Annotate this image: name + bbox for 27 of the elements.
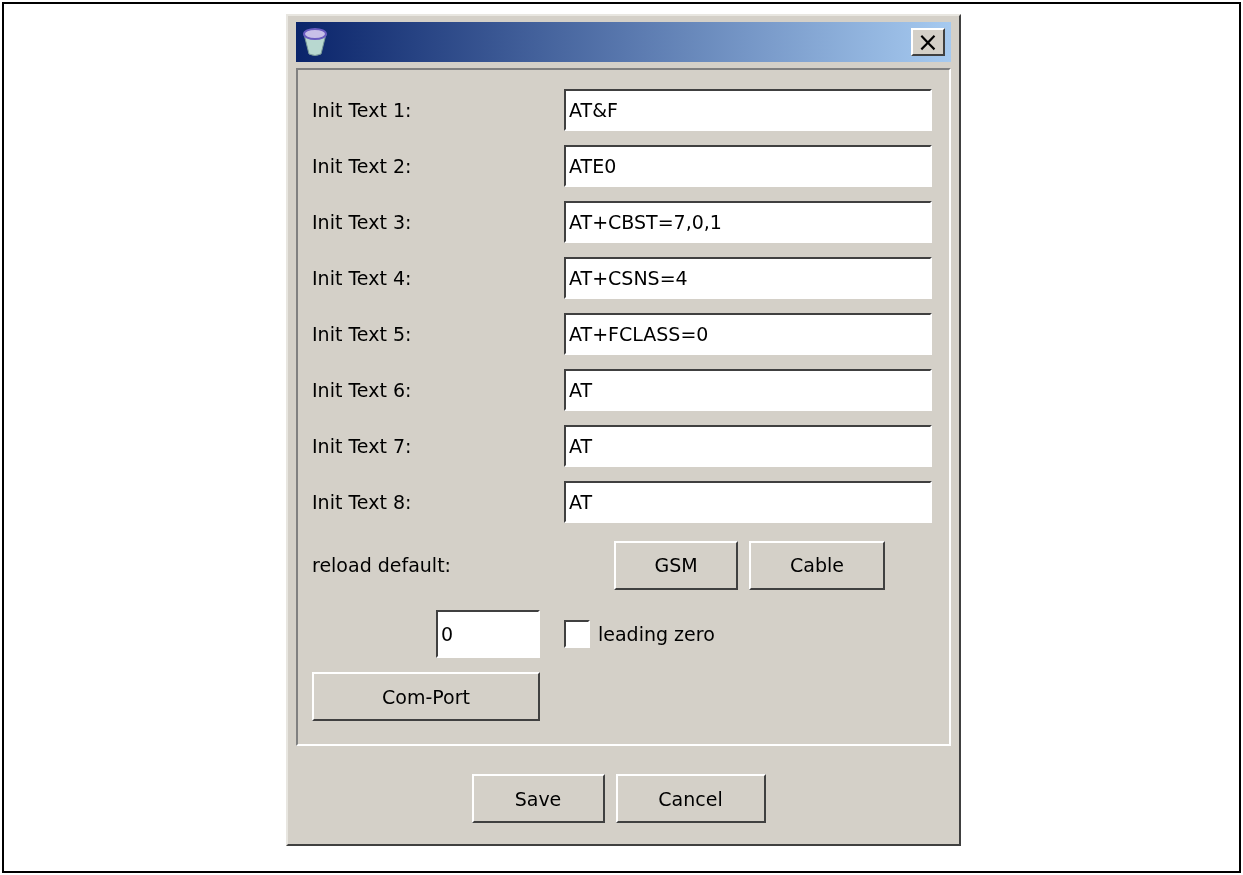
com-port-button[interactable]: Com-Port xyxy=(312,672,540,721)
checkbox[interactable] xyxy=(564,620,590,648)
input-field[interactable]: AT xyxy=(564,369,932,411)
field-label: Init Text 8: xyxy=(312,491,413,513)
input-field[interactable]: AT xyxy=(564,481,932,523)
field-label: Init Text 3: xyxy=(312,211,413,233)
input-field[interactable]: AT xyxy=(564,425,932,467)
number-field[interactable]: 0 xyxy=(436,610,540,658)
input-field[interactable]: AT+CSNS=4 xyxy=(564,257,932,299)
close-button[interactable]: × xyxy=(911,28,945,56)
dialog-button[interactable]: Save xyxy=(471,774,605,823)
field-label: reload default: xyxy=(312,554,452,576)
field-label: Init Text 6: xyxy=(312,379,413,401)
preset-button[interactable]: Cable xyxy=(749,540,885,590)
field-label: Init Text 1: xyxy=(312,99,413,121)
field-label: Init Text 4: xyxy=(312,267,413,289)
input-field[interactable]: AT+FCLASS=0 xyxy=(564,313,932,355)
field-label: Init Text 7: xyxy=(312,435,413,457)
field-label: Init Text 2: xyxy=(312,155,413,177)
bucket-icon xyxy=(302,27,328,57)
checkbox-label[interactable]: leading zero xyxy=(598,623,715,645)
input-field[interactable]: ATE0 xyxy=(564,145,932,187)
dialog-button[interactable]: Cancel xyxy=(615,774,766,823)
input-field[interactable]: AT&F xyxy=(564,89,932,131)
field-label: Init Text 5: xyxy=(312,323,413,345)
preset-button[interactable]: GSM xyxy=(614,540,738,590)
input-field[interactable]: AT+CBST=7,0,1 xyxy=(564,201,932,243)
